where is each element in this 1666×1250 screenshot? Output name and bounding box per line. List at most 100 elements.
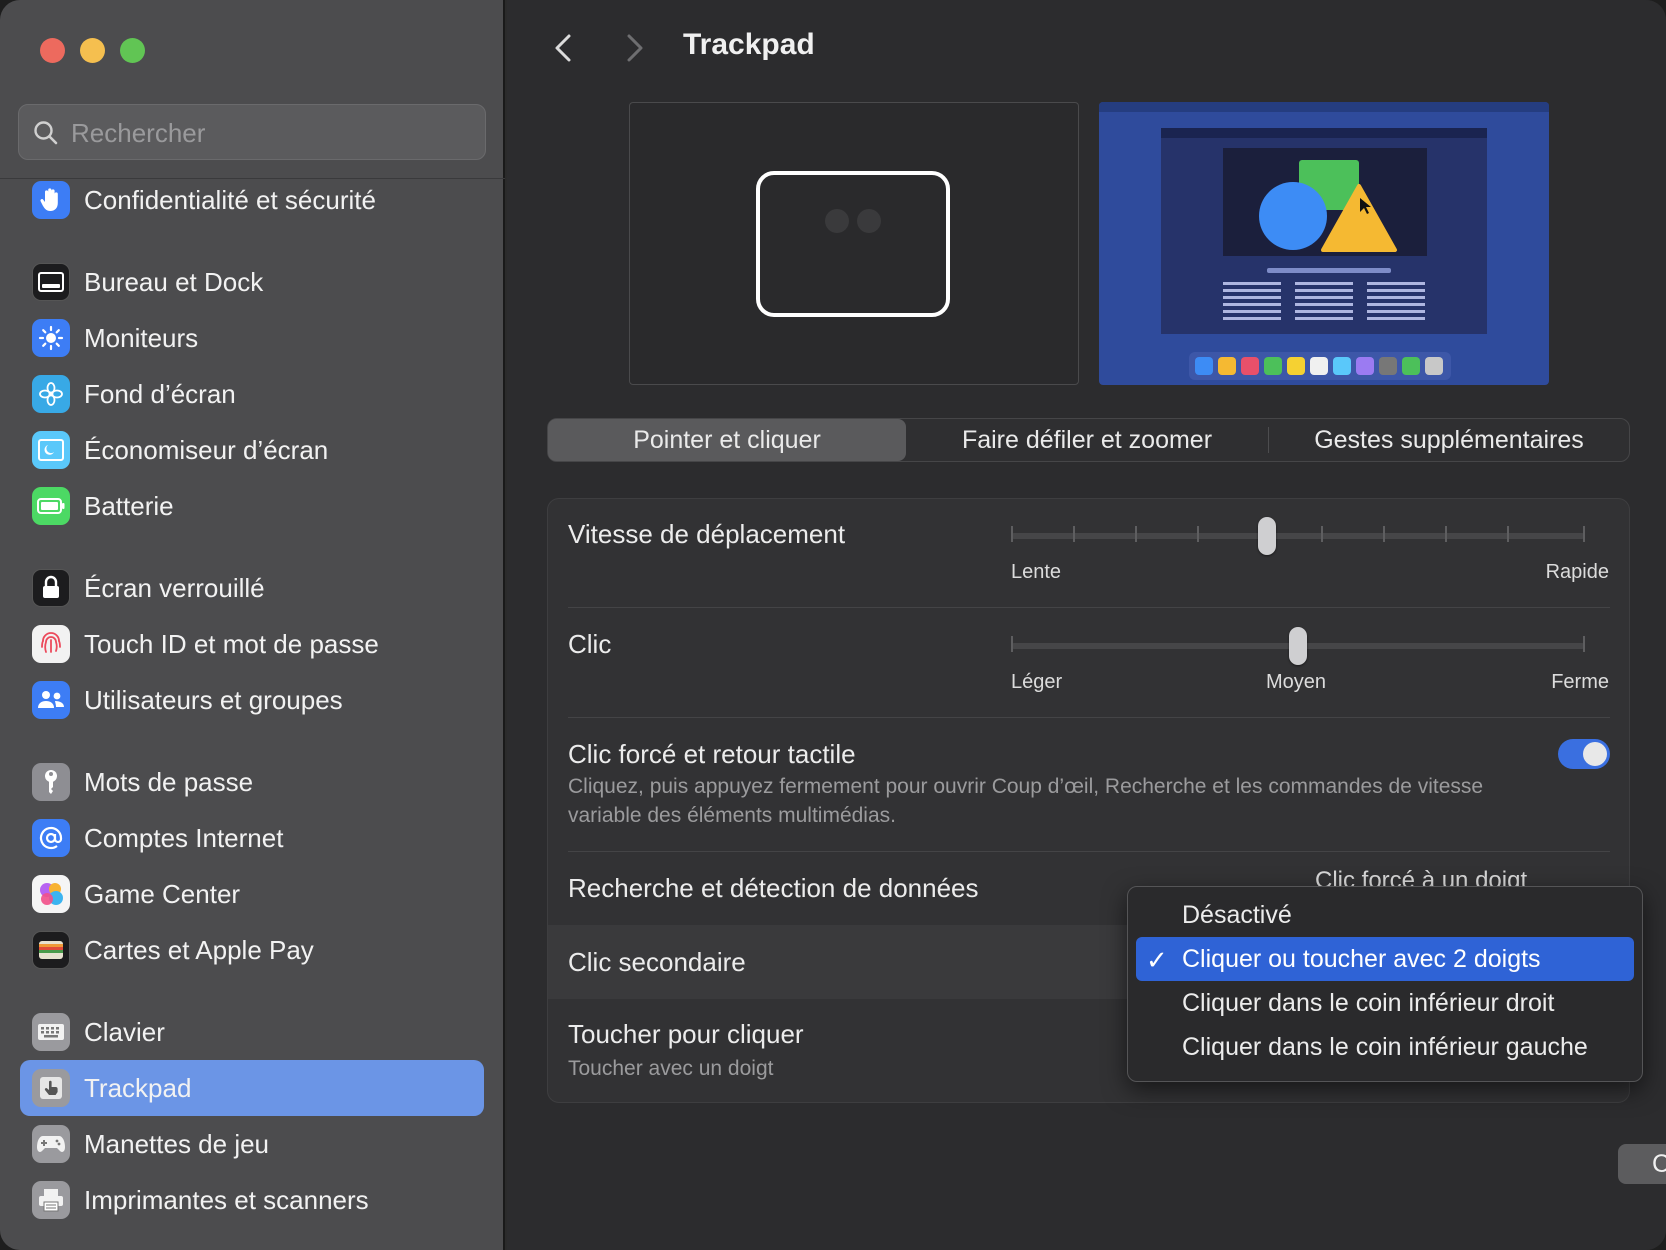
menu-item-bottom-right-corner[interactable]: Cliquer dans le coin inférieur droit (1136, 981, 1634, 1025)
tracking-speed-slider[interactable] (1011, 516, 1585, 556)
sidebar-item-game-center[interactable]: Game Center (20, 866, 484, 922)
row-divider (568, 851, 1610, 852)
slider-track (1011, 533, 1585, 539)
gesture-preview-screen (1099, 102, 1549, 385)
gamepad-icon (32, 1125, 70, 1163)
toggle-knob (1583, 742, 1607, 766)
slider-tick (1135, 526, 1137, 542)
sidebar-item-label: Moniteurs (84, 322, 199, 353)
speed-max-label: Rapide (1545, 561, 1609, 583)
trackpad-icon (32, 1069, 70, 1107)
row-divider (568, 607, 1610, 608)
minimize-window-button[interactable] (80, 38, 105, 63)
gesture-preview-trackpad (629, 102, 1079, 385)
click-pressure-label: Clic (568, 629, 612, 659)
sidebar-item-displays[interactable]: Moniteurs (20, 310, 484, 366)
search-field[interactable] (18, 104, 486, 160)
segmented-control: Pointer et cliquer Faire défiler et zoom… (547, 418, 1630, 462)
secondary-click-dropdown-menu: Désactivé ✓ Cliquer ou toucher avec 2 doi… (1127, 886, 1643, 1082)
menu-item-off[interactable]: Désactivé (1136, 893, 1634, 937)
sidebar-item-label: Confidentialité et sécurité (84, 184, 376, 215)
sidebar-item-label: Touch ID et mot de passe (84, 628, 379, 659)
checkmark-icon: ✓ (1146, 945, 1168, 975)
click-firm-label: Ferme (1551, 671, 1609, 693)
slider-tick (1507, 526, 1509, 542)
keyboard-icon (32, 1013, 70, 1051)
sidebar-item-label: Économiseur d’écran (84, 434, 329, 465)
menu-item-label: Désactivé (1182, 900, 1292, 929)
close-window-button[interactable] (40, 38, 65, 63)
sidebar-item-label: Utilisateurs et groupes (84, 684, 343, 715)
slider-tick (1445, 526, 1447, 542)
menu-item-two-fingers[interactable]: ✓ Cliquer ou toucher avec 2 doigts (1136, 937, 1634, 981)
click-medium-label: Moyen (1266, 671, 1327, 693)
force-click-description: Cliquez, puis appuyez fermement pour ouv… (568, 775, 1484, 827)
slider-thumb[interactable] (1258, 517, 1276, 555)
search-icon (34, 121, 58, 145)
trackpad-illustration (756, 171, 950, 317)
slider-tick (1583, 636, 1585, 652)
battery-icon (32, 487, 70, 525)
sidebar-item-label: Clavier (84, 1016, 165, 1047)
fingerprint-icon (32, 625, 70, 663)
slider-tick (1197, 526, 1199, 542)
menu-item-bottom-left-corner[interactable]: Cliquer dans le coin inférieur gauche (1136, 1025, 1634, 1069)
printer-icon (32, 1181, 70, 1219)
sun-icon (32, 319, 70, 357)
sidebar-item-passwords[interactable]: Mots de passe (20, 754, 484, 810)
slider-thumb[interactable] (1289, 627, 1307, 665)
force-click-label: Clic forcé et retour tactile (568, 739, 856, 769)
menu-item-label: Cliquer dans le coin inférieur droit (1182, 988, 1555, 1017)
back-arrow-icon[interactable] (547, 30, 583, 66)
sidebar-item-printers-scanners[interactable]: Imprimantes et scanners (20, 1172, 484, 1228)
sidebar-item-screensaver[interactable]: Économiseur d’écran (20, 422, 484, 478)
menu-item-label: Cliquer ou toucher avec 2 doigts (1182, 944, 1541, 973)
force-click-toggle[interactable] (1558, 739, 1610, 769)
sidebar-item-label: Fond d’écran (84, 378, 236, 409)
sidebar-item-desktop-dock[interactable]: Bureau et Dock (20, 254, 484, 310)
sidebar-item-label: Cartes et Apple Pay (84, 934, 314, 965)
click-light-label: Léger (1011, 671, 1063, 693)
sidebar-item-label: Batterie (84, 490, 174, 521)
sidebar-item-label: Manettes de jeu (84, 1128, 270, 1159)
sidebar-item-keyboard[interactable]: Clavier (20, 1004, 484, 1060)
lock-icon (32, 569, 70, 607)
sidebar-item-label: Écran verrouillé (84, 572, 265, 603)
sidebar-item-battery[interactable]: Batterie (20, 478, 484, 534)
tab-more-gestures[interactable]: Gestes supplémentaires (1269, 419, 1629, 461)
slider-tick (1011, 526, 1013, 542)
key-icon (32, 763, 70, 801)
slider-tick (1583, 526, 1585, 542)
click-pressure-slider[interactable] (1011, 626, 1585, 666)
lookup-data-detectors-label: Recherche et détection de données (568, 873, 979, 903)
sidebar-item-wallpaper[interactable]: Fond d’écran (20, 366, 484, 422)
sidebar-item-game-controllers[interactable]: Manettes de jeu (20, 1116, 484, 1172)
configure-bluetooth-trackpad-button[interactable]: Configurer un trackpad Bluetooth… (1618, 1144, 1666, 1184)
sidebar-item-lock-screen[interactable]: Écran verrouillé (20, 560, 484, 616)
users-icon (32, 681, 70, 719)
desktop-illustration (1099, 102, 1549, 380)
flower-icon (32, 375, 70, 413)
wallet-icon (32, 931, 70, 969)
sidebar-item-users-groups[interactable]: Utilisateurs et groupes (20, 672, 484, 728)
slider-tick (1073, 526, 1075, 542)
sidebar-item-touch-id[interactable]: Touch ID et mot de passe (20, 616, 484, 672)
slider-tick (1011, 636, 1013, 652)
at-icon (32, 819, 70, 857)
tab-point-click[interactable]: Pointer et cliquer (548, 419, 906, 461)
forward-arrow-icon[interactable] (615, 30, 651, 66)
hand-icon (32, 181, 70, 219)
zoom-window-button[interactable] (120, 38, 145, 63)
sidebar-item-privacy-security[interactable]: Confidentialité et sécurité (20, 172, 484, 228)
sidebar-item-label: Trackpad (84, 1072, 192, 1103)
sidebar-item-label: Imprimantes et scanners (84, 1184, 369, 1215)
search-input[interactable] (71, 115, 471, 151)
sidebar-item-label: Comptes Internet (84, 822, 284, 853)
menu-item-label: Cliquer dans le coin inférieur gauche (1182, 1032, 1588, 1061)
sidebar-item-trackpad[interactable]: Trackpad (20, 1060, 484, 1116)
sidebar-item-internet-accounts[interactable]: Comptes Internet (20, 810, 484, 866)
secondary-click-label: Clic secondaire (568, 947, 746, 977)
sidebar-item-wallet-apple-pay[interactable]: Cartes et Apple Pay (20, 922, 484, 978)
screensaver-icon (32, 431, 70, 469)
tab-scroll-zoom[interactable]: Faire défiler et zoomer (906, 419, 1268, 461)
